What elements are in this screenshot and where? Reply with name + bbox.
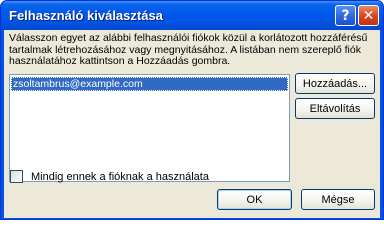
- close-icon: ✕: [362, 7, 375, 24]
- dialog-window: Felhasználó kiválasztása ? ✕ Válasszon e…: [0, 0, 384, 220]
- help-button[interactable]: ?: [335, 5, 356, 26]
- help-icon: ?: [341, 7, 350, 24]
- list-item[interactable]: zsoltambrus@example.com: [11, 77, 288, 91]
- dialog-body: Válasszon egyet az alábbi felhasználói f…: [4, 30, 380, 218]
- window-title: Felhasználó kiválasztása: [9, 8, 163, 23]
- ok-button[interactable]: OK: [217, 189, 292, 210]
- remove-button[interactable]: Eltávolítás: [295, 98, 375, 119]
- add-button[interactable]: Hozzáadás...: [295, 73, 375, 94]
- title-bar[interactable]: Felhasználó kiválasztása ? ✕: [1, 1, 383, 30]
- always-use-label: Mindig ennek a fióknak a használata: [31, 170, 209, 183]
- always-use-checkbox[interactable]: [10, 170, 23, 183]
- always-use-account-option[interactable]: Mindig ennek a fióknak a használata: [10, 170, 209, 183]
- cancel-button[interactable]: Mégse: [301, 189, 375, 210]
- description-text: Válasszon egyet az alábbi felhasználói f…: [9, 32, 368, 67]
- accounts-listbox[interactable]: zsoltambrus@example.com: [9, 74, 290, 182]
- close-button[interactable]: ✕: [358, 5, 379, 26]
